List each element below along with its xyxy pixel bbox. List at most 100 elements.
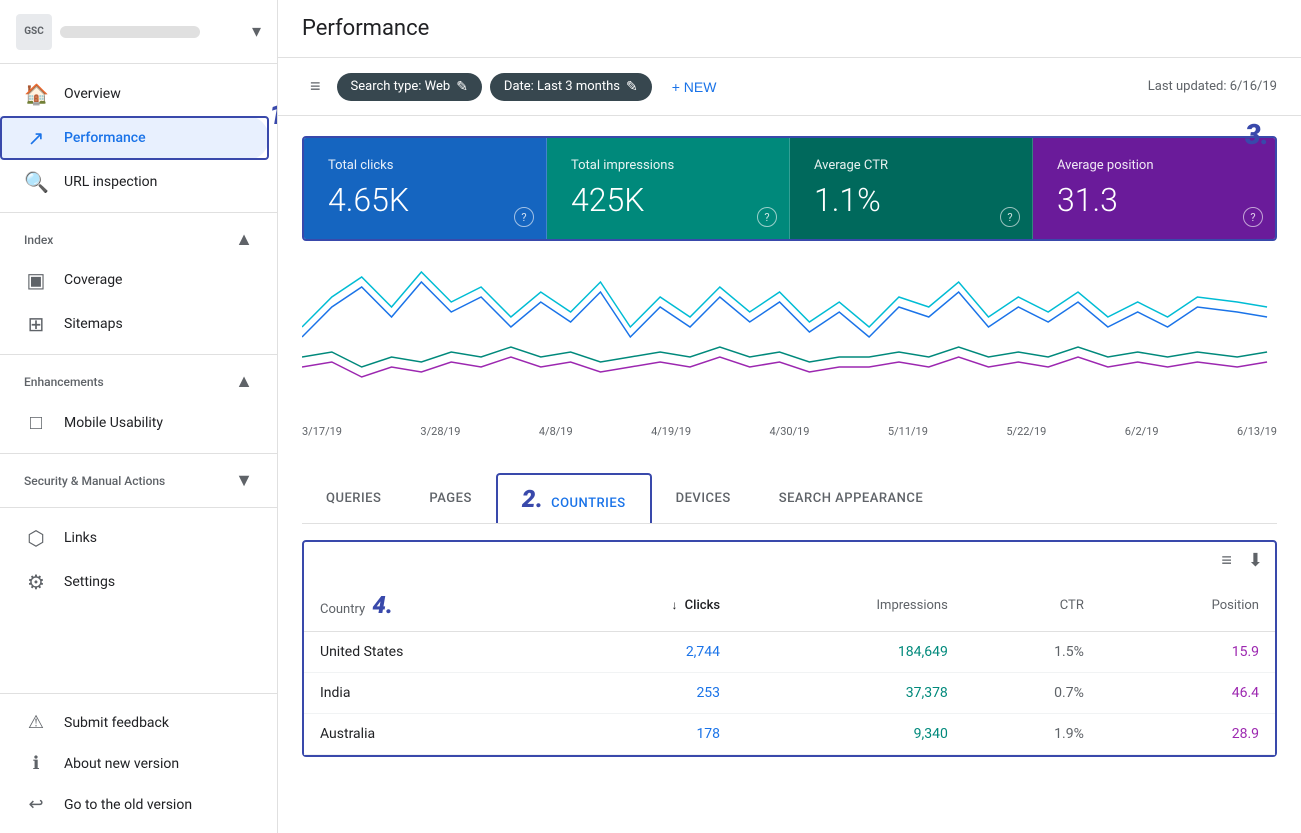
sidebar-item-url-inspection[interactable]: 🔍 URL inspection xyxy=(0,160,269,204)
chart-label-3: 4/19/19 xyxy=(651,425,691,438)
sidebar-item-settings-label: Settings xyxy=(64,574,115,590)
footer-item-about-new-version[interactable]: ℹ About new version xyxy=(0,743,277,784)
stat-card-total-impressions[interactable]: Total impressions 425K ? xyxy=(547,138,790,239)
tab-devices[interactable]: DEVICES xyxy=(652,477,755,520)
th-ctr-label: CTR xyxy=(1060,598,1084,613)
table-header: Country 4. ↓ Clicks Impressions CTR Posi xyxy=(304,579,1275,632)
table-row[interactable]: India 253 37,378 0.7% 46.4 xyxy=(304,673,1275,714)
sidebar-logo: GSC xyxy=(16,14,52,50)
sidebar-chevron-icon[interactable]: ▾ xyxy=(252,21,261,42)
search-type-chip[interactable]: Search type: Web ✎ xyxy=(337,73,482,101)
enhancements-section-header: Enhancements ▲ xyxy=(0,363,277,400)
cell-position-1: 46.4 xyxy=(1100,673,1275,714)
site-url-blurred xyxy=(60,26,200,38)
cell-clicks-0: 2,744 xyxy=(558,632,736,673)
tab-pages[interactable]: PAGES xyxy=(405,477,495,520)
nav-divider-4 xyxy=(0,507,277,508)
average-position-label: Average position xyxy=(1057,158,1251,173)
sidebar-item-sitemaps[interactable]: ⊞ Sitemaps xyxy=(0,302,269,346)
total-impressions-help-icon[interactable]: ? xyxy=(757,207,777,227)
cell-position-0: 15.9 xyxy=(1100,632,1275,673)
chart-section: 3/17/19 3/28/19 4/8/19 4/19/19 4/30/19 5… xyxy=(302,257,1277,457)
table-row[interactable]: United States 2,744 184,649 1.5% 15.9 xyxy=(304,632,1275,673)
filter-icon[interactable]: ≡ xyxy=(302,70,329,103)
sidebar-item-settings[interactable]: ⚙ Settings xyxy=(0,560,269,604)
index-section-toggle[interactable]: ▲ xyxy=(235,229,253,250)
annotation-1: 1. xyxy=(269,98,278,131)
footer-item-go-to-old-version[interactable]: ↩ Go to the old version xyxy=(0,784,277,825)
stat-card-total-clicks[interactable]: Total clicks 4.65K ? xyxy=(304,138,547,239)
new-button-label: + NEW xyxy=(672,79,717,95)
tab-pages-label: PAGES xyxy=(429,491,471,506)
average-ctr-label: Average CTR xyxy=(814,158,1008,173)
download-icon[interactable]: ⬇ xyxy=(1248,550,1263,571)
table-row[interactable]: Australia 178 9,340 1.9% 28.9 xyxy=(304,714,1275,755)
date-chip[interactable]: Date: Last 3 months ✎ xyxy=(490,73,652,101)
tab-countries-label: COUNTRIES xyxy=(551,496,626,511)
sidebar: GSC ▾ 🏠 Overview ↗ Performance 1. 🔍 URL … xyxy=(0,0,278,833)
annotation-2: 2. xyxy=(522,485,544,513)
table-body: United States 2,744 184,649 1.5% 15.9 In… xyxy=(304,632,1275,755)
date-edit-icon: ✎ xyxy=(626,79,638,95)
th-position-label: Position xyxy=(1212,598,1259,613)
chart-label-1: 3/28/19 xyxy=(420,425,460,438)
th-clicks[interactable]: ↓ Clicks xyxy=(558,579,736,632)
th-position: Position xyxy=(1100,579,1275,632)
average-ctr-help-icon[interactable]: ? xyxy=(1000,207,1020,227)
footer-item-submit-feedback[interactable]: ⚠ Submit feedback xyxy=(0,702,277,743)
sidebar-item-overview-label: Overview xyxy=(64,86,121,102)
th-impressions-label: Impressions xyxy=(877,598,948,613)
search-type-edit-icon: ✎ xyxy=(456,79,468,95)
average-ctr-value: 1.1% xyxy=(814,181,1008,219)
footer-about-new-version-label: About new version xyxy=(64,756,179,772)
sidebar-item-overview[interactable]: 🏠 Overview xyxy=(0,72,269,116)
tab-queries[interactable]: QUERIES xyxy=(302,477,405,520)
mobile-icon: □ xyxy=(24,410,48,435)
enhancements-section-label: Enhancements xyxy=(24,375,104,389)
sidebar-item-mobile-usability-label: Mobile Usability xyxy=(64,415,163,431)
sidebar-site xyxy=(60,26,252,38)
annotation-3: 3. xyxy=(1245,118,1269,151)
th-impressions: Impressions xyxy=(736,579,964,632)
table-toolbar: ≡ ⬇ xyxy=(304,542,1275,579)
nav-divider-2 xyxy=(0,354,277,355)
tab-countries[interactable]: 2. COUNTRIES xyxy=(496,473,652,523)
search-icon: 🔍 xyxy=(24,170,48,194)
total-clicks-label: Total clicks xyxy=(328,158,522,173)
cell-country-1: India xyxy=(304,673,558,714)
settings-icon: ⚙ xyxy=(24,570,48,594)
security-section-toggle[interactable]: ▼ xyxy=(235,470,253,491)
average-position-help-icon[interactable]: ? xyxy=(1243,207,1263,227)
cell-ctr-1: 0.7% xyxy=(964,673,1100,714)
total-impressions-label: Total impressions xyxy=(571,158,765,173)
chart-label-5: 5/11/19 xyxy=(888,425,928,438)
enhancements-section-toggle[interactable]: ▲ xyxy=(235,371,253,392)
coverage-icon: ▣ xyxy=(24,268,48,292)
new-button[interactable]: + NEW xyxy=(660,73,729,101)
tab-queries-label: QUERIES xyxy=(326,491,381,506)
total-impressions-value: 425K xyxy=(571,181,765,219)
page-header: Performance xyxy=(278,0,1301,58)
nav-divider-3 xyxy=(0,453,277,454)
total-clicks-value: 4.65K xyxy=(328,181,522,219)
stat-card-average-position[interactable]: Average position 31.3 ? xyxy=(1033,138,1275,239)
sidebar-item-mobile-usability[interactable]: □ Mobile Usability xyxy=(0,400,269,445)
chart-x-labels: 3/17/19 3/28/19 4/8/19 4/19/19 4/30/19 5… xyxy=(302,421,1277,442)
tab-search-appearance[interactable]: SEARCH APPEARANCE xyxy=(755,477,948,520)
cell-clicks-2: 178 xyxy=(558,714,736,755)
footer-submit-feedback-label: Submit feedback xyxy=(64,715,169,731)
th-ctr: CTR xyxy=(964,579,1100,632)
stat-card-average-ctr[interactable]: Average CTR 1.1% ? xyxy=(790,138,1033,239)
chart-label-7: 6/2/19 xyxy=(1125,425,1159,438)
th-clicks-label: Clicks xyxy=(685,598,720,613)
filter-rows-icon[interactable]: ≡ xyxy=(1221,550,1232,571)
cell-position-2: 28.9 xyxy=(1100,714,1275,755)
sidebar-item-coverage[interactable]: ▣ Coverage xyxy=(0,258,269,302)
table-section: ≡ ⬇ Country 4. ↓ Clicks Impressions xyxy=(302,540,1277,757)
trending-up-icon: ↗ xyxy=(24,126,48,150)
toolbar: ≡ Search type: Web ✎ Date: Last 3 months… xyxy=(278,58,1301,116)
sitemaps-icon: ⊞ xyxy=(24,312,48,336)
sidebar-item-links[interactable]: ⬡ Links xyxy=(0,516,269,560)
sidebar-item-performance[interactable]: ↗ Performance 1. xyxy=(0,116,269,160)
total-clicks-help-icon[interactable]: ? xyxy=(514,207,534,227)
